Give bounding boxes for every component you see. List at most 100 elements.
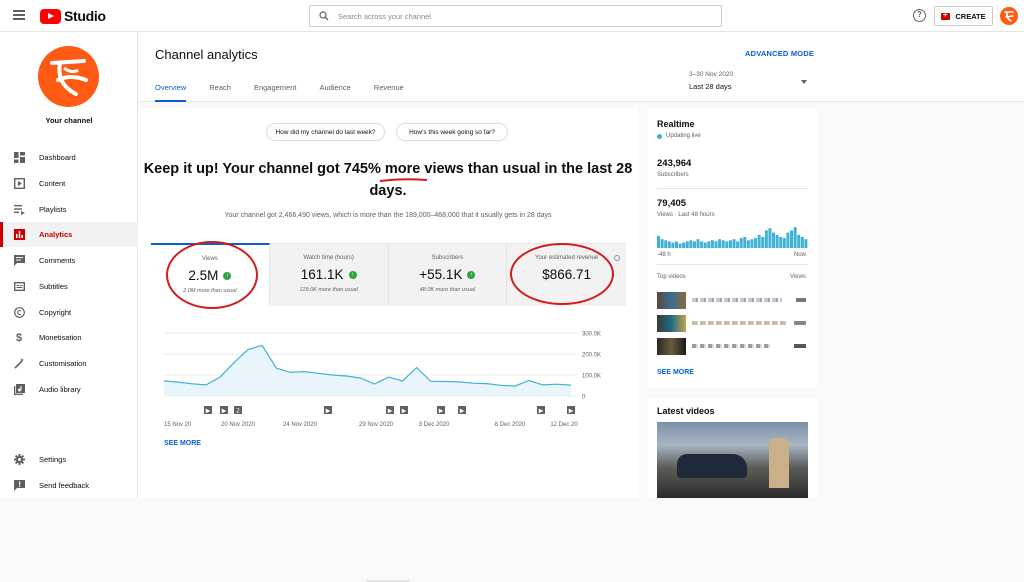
this-week-chip[interactable]: How's this week going so far?	[396, 123, 508, 141]
realtime-bar	[800, 237, 804, 248]
live-status: Updating live	[657, 133, 701, 139]
see-more-link[interactable]: SEE MORE	[164, 440, 201, 447]
metric-value: 161.1K ↑	[270, 267, 388, 282]
sidebar-item-send-feedback[interactable]: Send feedback	[0, 473, 138, 498]
realtime-bar	[736, 241, 740, 248]
realtime-bar	[790, 230, 794, 248]
dollar-icon: $	[15, 331, 23, 344]
logo-text: Studio	[64, 8, 106, 24]
gear-icon	[13, 454, 25, 466]
sidebar-item-customisation[interactable]: Customisation	[0, 351, 138, 376]
realtime-bar	[793, 227, 797, 248]
sidebar-item-copyright[interactable]: Copyright	[0, 300, 138, 325]
realtime-bar	[772, 232, 776, 248]
views-area	[164, 345, 571, 396]
sidebar-item-playlists[interactable]: Playlists	[0, 197, 138, 222]
metric-value: +55.1K ↑	[389, 267, 507, 282]
realtime-see-more-link[interactable]: SEE MORE	[657, 369, 694, 376]
sidebar-item-analytics[interactable]: Analytics	[0, 222, 138, 247]
realtime-bar	[754, 238, 758, 248]
headline-start: Keep it up! Your channel got	[143, 161, 344, 177]
metric-watch-time[interactable]: Watch time (hours) 161.1K ↑ 129.0K more t…	[269, 244, 389, 306]
sidebar-item-audio-library[interactable]: Audio library	[0, 377, 138, 402]
tab-overview[interactable]: Overview	[155, 83, 187, 102]
sidebar-item-label: Copyright	[39, 308, 72, 317]
realtime-bar	[700, 241, 704, 248]
x-tick-label: 3 Dec 2020	[419, 422, 450, 428]
tab-engagement[interactable]: Engagement	[254, 83, 297, 102]
search-input[interactable]	[338, 11, 698, 21]
sidebar-item-label: Subtitles	[39, 282, 68, 291]
video-views-blur	[794, 344, 806, 348]
sidebar-item-label: Comments	[39, 256, 76, 265]
sidebar-item-label: Dashboard	[39, 153, 76, 162]
sidebar-item-dashboard[interactable]: Dashboard	[0, 145, 138, 170]
top-bar: Studio ? CREATE	[0, 0, 1024, 32]
analytics-tabs: Overview Reach Engagement Audience Reven…	[155, 83, 427, 102]
sidebar-item-settings[interactable]: Settings	[0, 447, 138, 472]
arrow-up-icon: ↑	[348, 270, 357, 279]
realtime-bar	[764, 230, 768, 248]
help-icon[interactable]: ?	[913, 9, 926, 22]
tab-reach[interactable]: Reach	[209, 83, 231, 102]
latest-videos-title: Latest videos	[657, 406, 715, 416]
video-views-blur	[796, 298, 806, 302]
metric-label: Subscribers	[431, 255, 464, 261]
menu-icon[interactable]	[13, 10, 25, 20]
sidebar-item-label: Settings	[39, 455, 67, 464]
search-box[interactable]	[309, 5, 722, 27]
sidebar-item-content[interactable]: Content	[0, 171, 138, 196]
tab-revenue[interactable]: Revenue	[374, 83, 404, 102]
sidebar-item-label: Content	[39, 179, 66, 188]
audio-library-icon	[13, 384, 25, 396]
sidebar-item-label: Analytics	[39, 230, 73, 239]
studio-logo[interactable]: Studio	[40, 8, 106, 24]
video-marker-label: ▶	[460, 408, 465, 415]
video-thumbnail[interactable]	[657, 338, 686, 355]
realtime-bar	[797, 234, 801, 248]
video-marker-label: ▶	[206, 408, 211, 415]
realtime-bar	[743, 237, 747, 248]
sidebar-item-comments[interactable]: Comments	[0, 248, 138, 273]
metric-subscribers[interactable]: Subscribers +55.1K ↑ 48.0K more than usua…	[388, 244, 508, 306]
content-icon	[13, 178, 25, 190]
date-range-selector[interactable]: 3–30 Nov 2020 Last 28 days	[689, 71, 807, 91]
analytics-header: Channel analytics ADVANCED MODE Overview…	[139, 32, 1024, 102]
realtime-bar	[768, 228, 772, 248]
create-button[interactable]: CREATE	[934, 6, 993, 26]
metric-note: 48.0K more than usual	[419, 287, 476, 293]
video-marker-label: ▶	[539, 408, 544, 415]
sidebar-item-monetisation[interactable]: $ Monetisation	[0, 325, 138, 350]
overview-card: How did my channel do last week? How's t…	[138, 108, 638, 582]
latest-video-thumbnail[interactable]	[657, 422, 808, 498]
create-camera-icon	[941, 10, 951, 20]
video-thumbnail[interactable]	[657, 292, 686, 309]
channel-avatar[interactable]	[38, 46, 99, 107]
realtime-bar	[660, 239, 664, 248]
realtime-bar	[782, 238, 786, 248]
advanced-mode-button[interactable]: ADVANCED MODE	[745, 49, 814, 58]
realtime-bar	[725, 241, 729, 248]
realtime-bar	[707, 241, 711, 248]
x-tick-label: 24 Nov 2020	[283, 422, 318, 428]
realtime-bar	[678, 243, 682, 248]
last-week-chip[interactable]: How did my channel do last week?	[266, 123, 385, 141]
comments-icon	[13, 255, 25, 267]
info-icon[interactable]	[614, 255, 620, 261]
account-avatar[interactable]	[1000, 7, 1018, 25]
tab-audience[interactable]: Audience	[320, 83, 351, 102]
sidebar-item-subtitles[interactable]: Subtitles	[0, 274, 138, 299]
realtime-bar	[750, 239, 754, 248]
realtime-bar	[692, 241, 696, 248]
annotation-circle	[510, 243, 614, 305]
video-thumbnail[interactable]	[657, 315, 686, 332]
views-column-label: Views	[790, 274, 806, 280]
axis-end: Now	[794, 252, 807, 258]
channel-name[interactable]: Your channel	[0, 116, 138, 125]
views-count: 79,405	[657, 198, 687, 209]
copyright-icon	[13, 307, 25, 319]
views-label: Views · Last 48 hours	[657, 212, 715, 218]
realtime-bar-chart	[657, 227, 808, 248]
video-marker-label: ▶	[569, 408, 574, 415]
date-range-label: Last 28 days	[689, 82, 732, 91]
